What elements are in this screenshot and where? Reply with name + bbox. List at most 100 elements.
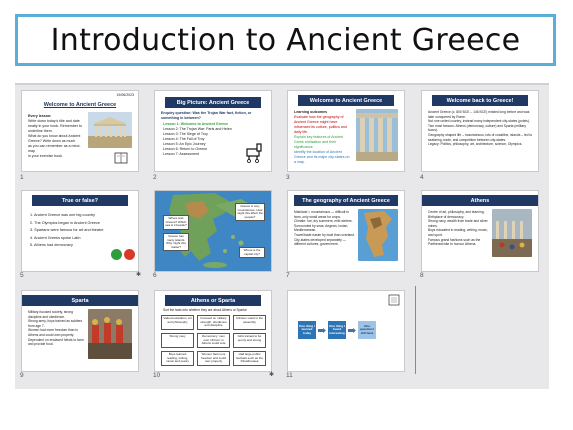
thumbs-down-icon bbox=[124, 249, 135, 260]
presentation-title-banner: Introduction to Ancient Greece bbox=[15, 14, 556, 66]
insertion-cursor bbox=[415, 286, 416, 374]
flow-step: One thing I found interesting bbox=[328, 321, 346, 339]
bullet-item: Two most famous: Athens (democracy, cult… bbox=[428, 123, 526, 133]
sort-instruction: Sort the facts into whether they are abo… bbox=[163, 308, 247, 312]
objective-item: Evaluate how the geography of Ancient Gr… bbox=[294, 115, 347, 134]
caryatid-statues-image bbox=[356, 109, 398, 161]
bullet-item: Mainland = mountainous — difficult to fa… bbox=[294, 210, 350, 219]
slide-heading: True or false? bbox=[32, 195, 128, 206]
slide-thumbnail-8[interactable]: Athens Centre of art, philosophy, and le… bbox=[422, 191, 538, 271]
athens-painting-image bbox=[492, 209, 532, 257]
animation-marker-icon: ✱ bbox=[269, 372, 275, 378]
slide-body: Centre of art, philosophy, and learning.… bbox=[428, 210, 488, 247]
bullet-item: Legacy: Politics, philosophy, art, archi… bbox=[428, 142, 523, 147]
statement-list: 1. Ancient Greece was one big country 2.… bbox=[30, 212, 110, 250]
slide-number: 4 bbox=[420, 174, 424, 181]
map-question-label: Greece has many islands. Why might this … bbox=[163, 233, 189, 252]
notebook-icon bbox=[388, 294, 400, 306]
trojan-horse-icon bbox=[246, 143, 262, 163]
statement-item: 2. The Olympics began in Ancient Greece bbox=[30, 220, 100, 225]
sort-fact-card: Citizens voted in the assembly bbox=[233, 315, 266, 330]
slide-thumbnail-7[interactable]: The geography of Ancient Greece Mainland… bbox=[288, 191, 404, 271]
task-line: as you can remember as a mind-map bbox=[28, 144, 81, 153]
sort-fact-card: Valued education, art and philosophy bbox=[161, 315, 194, 330]
slide-thumbnail-1[interactable]: 19/06/2023 Welcome to Ancient Greece Eve… bbox=[22, 91, 138, 171]
slide-body: Mainland = mountainous — difficult to fa… bbox=[294, 210, 356, 247]
slide-number: 10 bbox=[153, 372, 161, 379]
presentation-title: Introduction to Ancient Greece bbox=[50, 22, 521, 58]
flow-step: One question I still have bbox=[358, 321, 376, 339]
slide-heading: Big Picture: Ancient Greece bbox=[165, 97, 261, 108]
bullet-item: Strong navy, wealth from trade and silve… bbox=[428, 219, 488, 228]
book-icon bbox=[114, 152, 128, 164]
slide-thumbnail-10[interactable]: Athens or Sparta Sort the facts into whe… bbox=[155, 291, 271, 371]
bullet-item: Surrounded by seas: Aegean, Ionian, Medi… bbox=[294, 223, 349, 233]
slide-sorter-panel[interactable]: 19/06/2023 Welcome to Ancient Greece Eve… bbox=[15, 83, 549, 389]
bullet-item: City-states developed separately — diffe… bbox=[294, 237, 347, 247]
map-question-label: Greece is very mountainous. How might th… bbox=[235, 203, 265, 222]
lesson-list: Lesson 1: Welcome to Ancient Greece Less… bbox=[163, 122, 233, 157]
bullet-item: Dependent on enslaved helots to farm and… bbox=[28, 337, 84, 347]
slide-heading: Welcome to Ancient Greece bbox=[298, 95, 394, 106]
spartan-soldiers-image bbox=[88, 309, 132, 359]
parthenon-image bbox=[88, 112, 132, 148]
bullet-item: Ancient Greece (c. 800 BCE – 146 BCE) ex… bbox=[428, 110, 530, 119]
slide-thumbnail-4[interactable]: Welcome back to Greece! Ancient Greece (… bbox=[422, 91, 538, 171]
task-line: in your exercise book. bbox=[28, 154, 63, 158]
slide-number: 5 bbox=[20, 272, 24, 279]
slide-heading: Athens or Sparta bbox=[165, 295, 261, 306]
sort-fact-card: Had large public festivals such as the P… bbox=[233, 351, 266, 366]
slide-number: 7 bbox=[286, 272, 290, 279]
sort-fact-card: Democracy: men over 18 born in Athens co… bbox=[197, 333, 230, 348]
sort-fact-card: Focused on military strength, obedience … bbox=[197, 315, 230, 330]
slide-thumbnail-2[interactable]: Big Picture: Ancient Greece Enquiry ques… bbox=[155, 91, 271, 171]
arrow-right-icon bbox=[318, 328, 326, 333]
slide-thumbnail-9[interactable]: Sparta Military-focused society, strong … bbox=[22, 291, 138, 371]
bullet-item: Famous grand fashions such as the Parthe… bbox=[428, 237, 481, 247]
slide-heading: Welcome to Ancient Greece bbox=[40, 99, 120, 110]
slide-thumbnail-3[interactable]: Welcome to Ancient Greece Learning outco… bbox=[288, 91, 404, 171]
bullet-item: Strong army, boys trained as soldiers fr… bbox=[28, 319, 83, 328]
sort-fact-card: Strong navy bbox=[161, 333, 194, 348]
slide-body: Learning outcomes Evaluate how the geogr… bbox=[294, 110, 352, 165]
slide-heading: Athens bbox=[422, 195, 538, 206]
slide-number: 2 bbox=[153, 174, 157, 181]
slide-body: Ancient Greece (c. 800 BCE – 146 BCE) ex… bbox=[428, 110, 533, 147]
map-question-label: Where is the capital city? bbox=[239, 247, 265, 259]
objective-item: Explain key features of Ancient Greek ci… bbox=[294, 135, 344, 149]
bullet-item: Women had more freedom than in Athens an… bbox=[28, 328, 78, 337]
slide-number: 11 bbox=[286, 372, 293, 379]
slide-heading: The geography of Ancient Greece bbox=[294, 195, 398, 206]
slide-heading: Welcome back to Greece! bbox=[432, 95, 528, 106]
slide-number: 3 bbox=[286, 174, 290, 181]
bullet-item: Geography shaped life – mountainous, lot… bbox=[428, 132, 533, 142]
sorter-divider bbox=[15, 83, 549, 85]
slide-number: 9 bbox=[20, 372, 24, 379]
bullet-item: Boys educated in reading, writing, music… bbox=[428, 228, 488, 237]
sort-fact-card: Boys learned reading, writing, music and… bbox=[161, 351, 194, 366]
slide-number: 1 bbox=[20, 174, 24, 181]
statement-item: 4. Ancient Greeks spoke Latin bbox=[30, 235, 81, 240]
slide-date: 19/06/2023 bbox=[116, 93, 134, 97]
lesson-item: Lesson 7: Assessment bbox=[163, 152, 199, 156]
sort-fact-card: Girls trained to be sporty and strong bbox=[233, 333, 266, 348]
objective-item: Identify the location of Ancient Greece … bbox=[294, 150, 350, 164]
thumbs-up-icon bbox=[111, 249, 122, 260]
statement-item: 1. Ancient Greece was one big country bbox=[30, 213, 96, 217]
map-question-label: Where was Greece? Which sea is it beside… bbox=[163, 215, 189, 230]
slide-number: 8 bbox=[420, 272, 424, 279]
slide-number: 6 bbox=[153, 272, 157, 279]
slide-body: Every lesson: Write down today's title a… bbox=[28, 114, 83, 159]
slide-thumbnail-11[interactable]: One thing I learned today One thing I fo… bbox=[288, 291, 404, 371]
slide-thumbnail-5[interactable]: True or false? 1. Ancient Greece was one… bbox=[22, 191, 138, 271]
arrow-right-icon bbox=[348, 328, 356, 333]
greece-relief-map-image bbox=[358, 209, 398, 261]
slide-body: Military-focused society, strong discipl… bbox=[28, 310, 86, 347]
animation-marker-icon: ✱ bbox=[136, 272, 142, 278]
enquiry-question: Enquiry question: Was the Trojan War fac… bbox=[161, 111, 252, 120]
slide-thumbnail-6[interactable]: Where was Greece? Which sea is it beside… bbox=[155, 191, 271, 271]
bullet-item: Centre of art, philosophy, and learning.… bbox=[428, 210, 485, 219]
statement-item: 3. Spartans were famous for art and thea… bbox=[30, 228, 104, 232]
sort-fact-card: Women had more freedom and could own pro… bbox=[197, 351, 230, 366]
slide-heading: Sparta bbox=[22, 295, 138, 306]
